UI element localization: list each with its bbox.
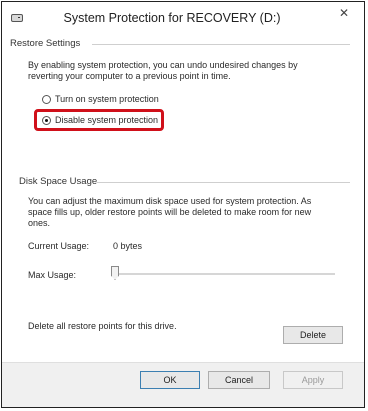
disk-space-heading: Disk Space Usage bbox=[19, 176, 98, 187]
title-bar: System Protection for RECOVERY (D:) ✕ bbox=[2, 2, 364, 34]
turn-on-protection-label[interactable]: Turn on system protection bbox=[55, 94, 159, 105]
max-usage-slider-track[interactable] bbox=[113, 273, 335, 275]
close-button[interactable]: ✕ bbox=[333, 5, 355, 21]
apply-button[interactable]: Apply bbox=[283, 371, 343, 389]
disk-description-line2: space fills up, older restore points wil… bbox=[28, 207, 312, 217]
turn-on-protection-radio[interactable] bbox=[42, 95, 51, 104]
disk-description-line1: You can adjust the maximum disk space us… bbox=[28, 196, 312, 206]
restore-settings-divider bbox=[92, 44, 350, 45]
current-usage-label: Current Usage: bbox=[28, 241, 90, 251]
disk-description-line3: ones. bbox=[28, 218, 51, 228]
window-title: System Protection for RECOVERY (D:) bbox=[63, 11, 281, 25]
restore-settings-heading: Restore Settings bbox=[10, 38, 81, 49]
delete-button[interactable]: Delete bbox=[283, 326, 343, 344]
restore-description-line1: By enabling system protection, you can u… bbox=[28, 60, 298, 70]
max-usage-label: Max Usage: bbox=[28, 270, 77, 280]
current-usage-value: 0 bytes bbox=[113, 241, 143, 251]
ok-button[interactable]: OK bbox=[140, 371, 200, 389]
disable-protection-label[interactable]: Disable system protection bbox=[55, 115, 158, 126]
cancel-button[interactable]: Cancel bbox=[208, 371, 270, 389]
delete-description: Delete all restore points for this drive… bbox=[28, 321, 177, 331]
disable-protection-radio[interactable] bbox=[42, 116, 51, 125]
restore-description-line2: reverting your computer to a previous po… bbox=[28, 71, 231, 81]
disk-space-divider bbox=[97, 182, 350, 183]
